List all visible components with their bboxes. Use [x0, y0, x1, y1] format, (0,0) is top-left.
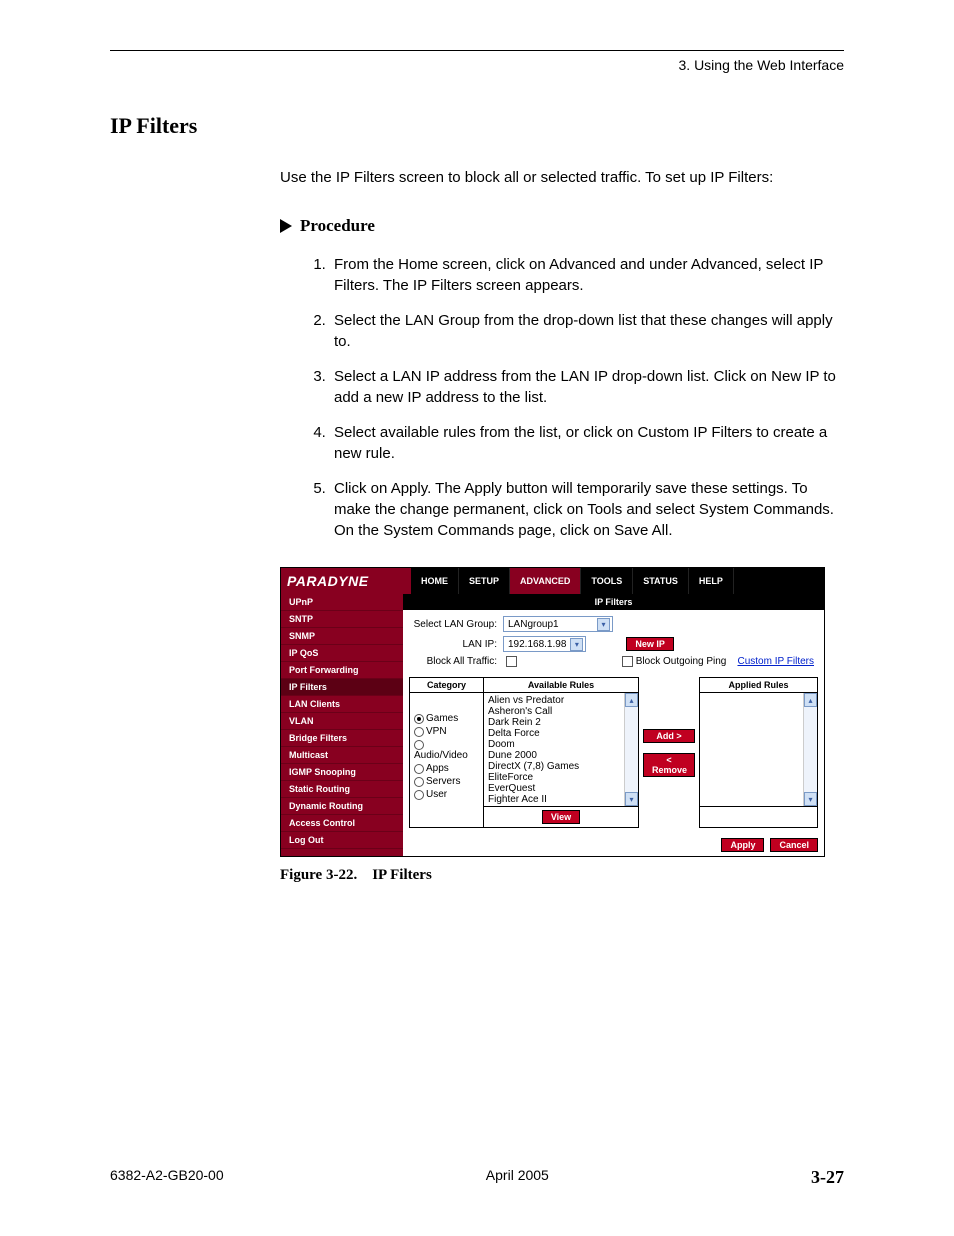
radio-icon: [414, 790, 424, 800]
available-header: Available Rules: [484, 678, 638, 693]
tab-help[interactable]: HELP: [689, 568, 734, 594]
category-vpn[interactable]: VPN: [414, 726, 479, 737]
page-header: 3. Using the Web Interface: [110, 57, 844, 73]
list-item[interactable]: Asheron's Call: [488, 706, 620, 717]
footer-date: April 2005: [486, 1167, 549, 1188]
lan-group-select[interactable]: LANgroup1 ▾: [503, 616, 613, 632]
list-item[interactable]: Dark Rein 2: [488, 717, 620, 728]
step-2: Select the LAN Group from the drop-down …: [330, 310, 844, 352]
block-outgoing-checkbox[interactable]: [622, 656, 633, 667]
sidebar-item-portforwarding[interactable]: Port Forwarding: [281, 662, 403, 679]
sidebar-item-bridgefilters[interactable]: Bridge Filters: [281, 730, 403, 747]
lan-group-label: Select LAN Group:: [413, 619, 503, 630]
sidebar-item-ipqos[interactable]: IP QoS: [281, 645, 403, 662]
step-5: Click on Apply. The Apply button will te…: [330, 478, 844, 541]
category-servers[interactable]: Servers: [414, 776, 479, 787]
radio-icon: [414, 727, 424, 737]
category-audiovideo[interactable]: Audio/Video: [414, 739, 479, 761]
footer-doc-number: 6382-A2-GB20-00: [110, 1167, 224, 1188]
list-item[interactable]: EliteForce: [488, 772, 620, 783]
scroll-up-icon[interactable]: ▴: [804, 693, 817, 707]
content-title: IP Filters: [403, 594, 824, 610]
sidebar-item-snmp[interactable]: SNMP: [281, 628, 403, 645]
brand-logo: PARADYNE: [281, 568, 411, 594]
step-4: Select available rules from the list, or…: [330, 422, 844, 464]
sidebar: UPnP SNTP SNMP IP QoS Port Forwarding IP…: [281, 594, 403, 856]
new-ip-button[interactable]: New IP: [626, 637, 674, 651]
lan-ip-label: LAN IP:: [413, 639, 503, 650]
list-item[interactable]: Alien vs Predator: [488, 695, 620, 706]
apply-button[interactable]: Apply: [721, 838, 764, 852]
sidebar-item-accesscontrol[interactable]: Access Control: [281, 815, 403, 832]
section-title: IP Filters: [110, 113, 844, 139]
applied-rules-list[interactable]: [700, 693, 803, 806]
add-button[interactable]: Add >: [643, 729, 695, 743]
list-item[interactable]: Fighter Ace II: [488, 794, 620, 805]
block-outgoing-label: Block Outgoing Ping: [636, 656, 727, 667]
tab-home[interactable]: HOME: [411, 568, 459, 594]
remove-button[interactable]: < Remove: [643, 753, 695, 777]
list-item[interactable]: EverQuest: [488, 783, 620, 794]
sidebar-item-vlan[interactable]: VLAN: [281, 713, 403, 730]
list-item[interactable]: Dune 2000: [488, 750, 620, 761]
footer-page-number: 3-27: [811, 1167, 844, 1188]
router-screenshot: PARADYNE HOME SETUP ADVANCED TOOLS STATU…: [280, 567, 825, 857]
lan-group-value: LANgroup1: [508, 619, 593, 630]
scroll-down-icon[interactable]: ▾: [625, 792, 638, 806]
triangle-icon: [280, 219, 292, 233]
radio-icon: [414, 714, 424, 724]
category-header: Category: [410, 678, 483, 693]
view-button[interactable]: View: [542, 810, 580, 824]
sidebar-item-igmpsnooping[interactable]: IGMP Snooping: [281, 764, 403, 781]
scrollbar[interactable]: ▴ ▾: [624, 693, 638, 806]
scrollbar[interactable]: ▴ ▾: [803, 693, 817, 806]
cancel-button[interactable]: Cancel: [770, 838, 818, 852]
category-apps[interactable]: Apps: [414, 763, 479, 774]
lan-ip-value: 192.168.1.98: [508, 639, 566, 650]
list-item[interactable]: Delta Force: [488, 728, 620, 739]
scroll-up-icon[interactable]: ▴: [625, 693, 638, 707]
lan-ip-select[interactable]: 192.168.1.98 ▾: [503, 636, 586, 652]
block-all-label: Block All Traffic:: [413, 656, 503, 667]
tab-status[interactable]: STATUS: [633, 568, 689, 594]
list-item[interactable]: Doom: [488, 739, 620, 750]
sidebar-item-logout[interactable]: Log Out: [281, 832, 403, 849]
procedure-label: Procedure: [300, 216, 375, 236]
category-user[interactable]: User: [414, 789, 479, 800]
category-games[interactable]: Games: [414, 713, 479, 724]
scroll-down-icon[interactable]: ▾: [804, 792, 817, 806]
nav-tabs: HOME SETUP ADVANCED TOOLS STATUS HELP: [411, 568, 824, 594]
radio-icon: [414, 740, 424, 750]
chevron-down-icon: ▾: [570, 638, 583, 651]
sidebar-item-multicast[interactable]: Multicast: [281, 747, 403, 764]
intro-text: Use the IP Filters screen to block all o…: [280, 169, 844, 186]
radio-icon: [414, 777, 424, 787]
list-item[interactable]: DirectX (7,8) Games: [488, 761, 620, 772]
procedure-steps: From the Home screen, click on Advanced …: [310, 254, 844, 541]
sidebar-item-upnp[interactable]: UPnP: [281, 594, 403, 611]
step-3: Select a LAN IP address from the LAN IP …: [330, 366, 844, 408]
block-all-checkbox[interactable]: [506, 656, 517, 667]
tab-advanced[interactable]: ADVANCED: [510, 568, 581, 594]
applied-header: Applied Rules: [700, 678, 817, 693]
sidebar-item-sntp[interactable]: SNTP: [281, 611, 403, 628]
custom-ip-filters-link[interactable]: Custom IP Filters: [738, 656, 815, 667]
radio-icon: [414, 764, 424, 774]
sidebar-item-ipfilters[interactable]: IP Filters: [281, 679, 403, 696]
chevron-down-icon: ▾: [597, 618, 610, 631]
available-rules-list[interactable]: Alien vs Predator Asheron's Call Dark Re…: [484, 693, 624, 806]
figure-caption: Figure 3-22. IP Filters: [280, 867, 844, 884]
tab-setup[interactable]: SETUP: [459, 568, 510, 594]
sidebar-item-staticrouting[interactable]: Static Routing: [281, 781, 403, 798]
tab-tools[interactable]: TOOLS: [581, 568, 633, 594]
sidebar-item-dynamicrouting[interactable]: Dynamic Routing: [281, 798, 403, 815]
step-1: From the Home screen, click on Advanced …: [330, 254, 844, 296]
sidebar-item-lanclients[interactable]: LAN Clients: [281, 696, 403, 713]
